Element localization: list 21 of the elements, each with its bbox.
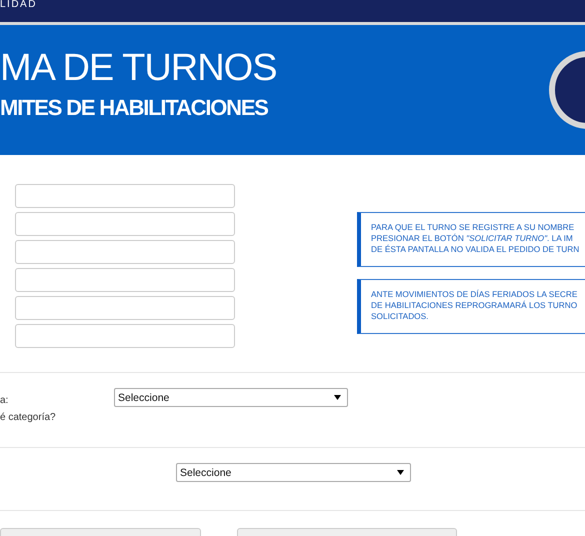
notice-text: ANTE MOVIMIENTOS DE DÍAS FERIADOS LA SECRE: [371, 289, 578, 300]
banner-title: MA DE TURNOS: [0, 46, 277, 91]
select-dropdown[interactable]: Seleccione: [176, 463, 411, 482]
input-field[interactable]: [15, 212, 235, 236]
input-field[interactable]: [15, 184, 235, 208]
notice-text: SOLICITADOS.: [371, 311, 428, 322]
notice-text: DE HABILITACIONES REPROGRAMARÁ LOS TURNO: [371, 300, 578, 311]
select-dropdown[interactable]: Seleccione: [114, 388, 348, 407]
caret-icon: [334, 395, 341, 400]
field-label: a:: [0, 394, 8, 408]
input-field[interactable]: [15, 296, 235, 320]
notice-text: PRESIONAR EL BOTÓN "SOLICITAR TURNO". LA IM: [371, 233, 573, 244]
input-field[interactable]: [15, 240, 235, 264]
notice-text: PARA QUE EL TURNO SE REGISTRE A SU NOMBRE: [371, 222, 574, 233]
input-field[interactable]: [15, 324, 235, 348]
input-field[interactable]: [15, 268, 235, 292]
banner-subtitle: MITES DE HABILITACIONES: [0, 94, 268, 122]
help-text: é categoría?: [0, 411, 56, 425]
notice-text: DE ÉSTA PANTALLA NO VALIDA EL PEDIDO DE TURN: [371, 244, 580, 255]
caret-icon: [397, 470, 404, 475]
header-text: LIDAD: [0, 0, 37, 10]
